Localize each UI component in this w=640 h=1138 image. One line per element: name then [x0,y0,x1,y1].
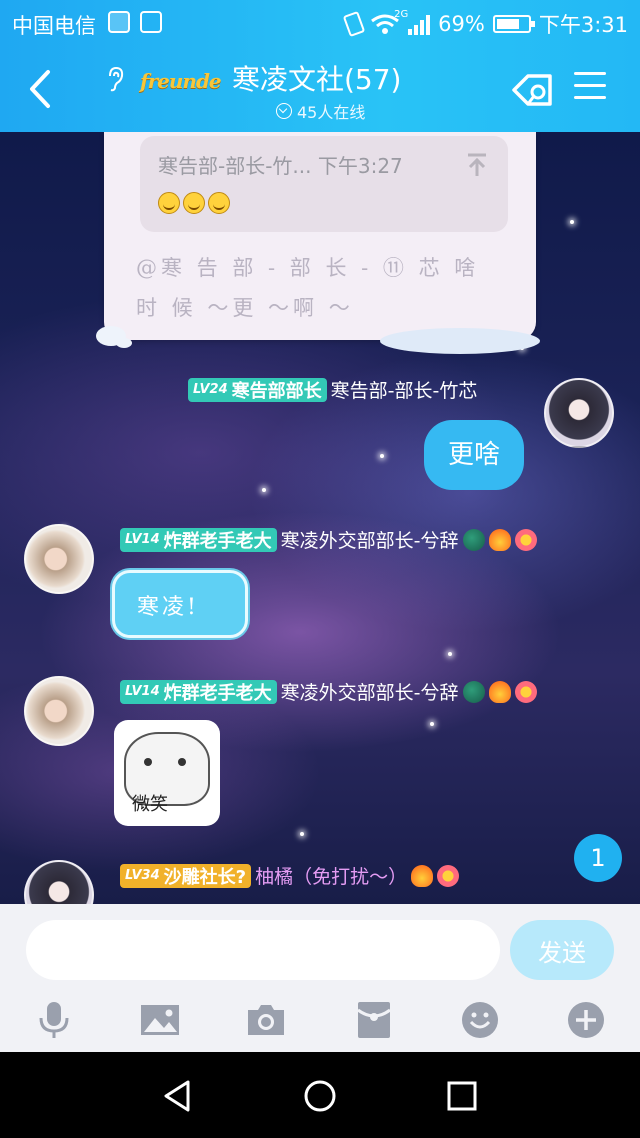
quoted-message-card[interactable]: 寒告部-部长-竹... 下午3:27 @寒 告 部 - 部 长 - ⑪ 芯 啥 … [104,132,536,340]
ear-icon [109,66,124,92]
message-bubble[interactable]: 寒凌! [112,570,248,638]
fire-badge-icon [411,864,434,887]
sender-name: 寒告部-部长-竹芯 [330,380,478,402]
home-circle-icon[interactable] [302,1078,338,1114]
grin-emoji-icon [208,192,230,214]
message-bubble[interactable]: 更啥 [424,420,525,490]
clock: 下午3:31 [538,13,628,37]
network-type-label: 2G [394,9,409,20]
menu-icon[interactable] [574,72,606,102]
voice-button[interactable] [34,1000,74,1040]
message-sender: LV14 炸群老手老大 寒凌外交部部长-兮辞 [120,678,537,705]
avatar[interactable] [24,860,94,904]
back-triangle-icon[interactable] [160,1078,196,1114]
system-nav-bar [0,1052,640,1138]
image-icon [141,1005,179,1035]
chat-area[interactable]: 寒告部-部长-竹... 下午3:27 @寒 告 部 - 部 长 - ⑪ 芯 啥 … [0,132,640,904]
app-notification-icon [108,11,130,33]
level-badge: LV14 炸群老手老大 [120,679,277,704]
send-button[interactable]: 发送 [510,920,614,980]
flower-badge-icon [437,864,460,887]
input-bar: 发送 [0,904,640,1052]
gallery-notification-icon [140,11,162,33]
emoji-button[interactable] [460,1000,500,1040]
plus-icon [568,1002,604,1038]
fire-badge-icon [488,528,511,551]
avatar[interactable] [24,676,94,746]
battery-percent: 69% [438,12,485,36]
quote-emoji-row [158,192,230,214]
red-packet-button[interactable] [354,1000,394,1040]
avatar[interactable] [544,378,614,448]
flower-badge-icon [514,528,537,551]
dragon-badge-icon [462,680,485,703]
online-count-label: 45人在线 [297,103,366,122]
grin-emoji-icon [158,192,180,214]
level-badge: LV14 炸群老手老大 [120,527,277,552]
scroll-to-top-icon[interactable] [466,152,488,178]
recents-square-icon[interactable] [444,1078,480,1114]
sender-name: 寒凌外交部部长-兮辞 [280,530,459,552]
fire-badge-icon [488,680,511,703]
vibrate-icon [342,10,366,38]
group-badge-logo: freunde [140,69,222,93]
sticker-message[interactable]: 微笑 [114,720,220,826]
sender-name: 寒凌外交部部长-兮辞 [280,682,459,704]
online-count[interactable]: 45人在线 [276,99,365,123]
red-packet-icon [357,1002,391,1038]
chevron-down-icon [276,103,292,119]
signal-icon: 2G [394,9,431,35]
title-bar: 中国电信 2G 69% 下午3:31 freunde 寒凌文社(57) 45人在… [0,0,640,132]
microphone-icon [39,1002,69,1038]
chevron-left-icon [30,70,50,108]
quote-header: 寒告部-部长-竹... 下午3:27 [158,154,403,178]
carrier-label: 中国电信 [12,14,96,38]
grin-emoji-icon [183,192,205,214]
status-right: 2G 69% 下午3:31 [342,9,628,39]
status-bar: 中国电信 2G 69% 下午3:31 [0,0,640,44]
back-button[interactable] [22,66,58,112]
group-title[interactable]: 寒凌文社(57) [232,58,401,98]
dragon-badge-icon [462,528,485,551]
camera-icon [248,1005,284,1035]
camera-button[interactable] [246,1000,286,1040]
flower-badge-icon [514,680,537,703]
message-sender: LV34 沙雕社长? 柚橘（免打扰～） [120,862,460,889]
group-share-icon[interactable] [510,70,554,110]
quote-reference[interactable]: 寒告部-部长-竹... 下午3:27 [140,136,508,232]
message-sender: LV14 炸群老手老大 寒凌外交部部长-兮辞 [120,526,537,553]
message-sender: LV24 寒告部部长 寒告部-部长-竹芯 [188,376,477,403]
unread-count-badge[interactable]: 1 [574,834,622,882]
battery-icon [492,15,535,33]
sticker-caption: 微笑 [132,794,168,815]
level-badge: LV34 沙雕社长? [120,863,252,888]
quote-body-text: @寒 告 部 - 部 长 - ⑪ 芯 啥 时 候 ～更 ～啊 ～ [136,256,480,320]
emoji-icon [462,1002,498,1038]
sender-name: 柚橘（免打扰～） [255,866,408,888]
level-badge: LV24 寒告部部长 [188,377,327,402]
message-input[interactable] [26,920,500,980]
avatar[interactable] [24,524,94,594]
more-button[interactable] [566,1000,606,1040]
photo-button[interactable] [140,1000,180,1040]
